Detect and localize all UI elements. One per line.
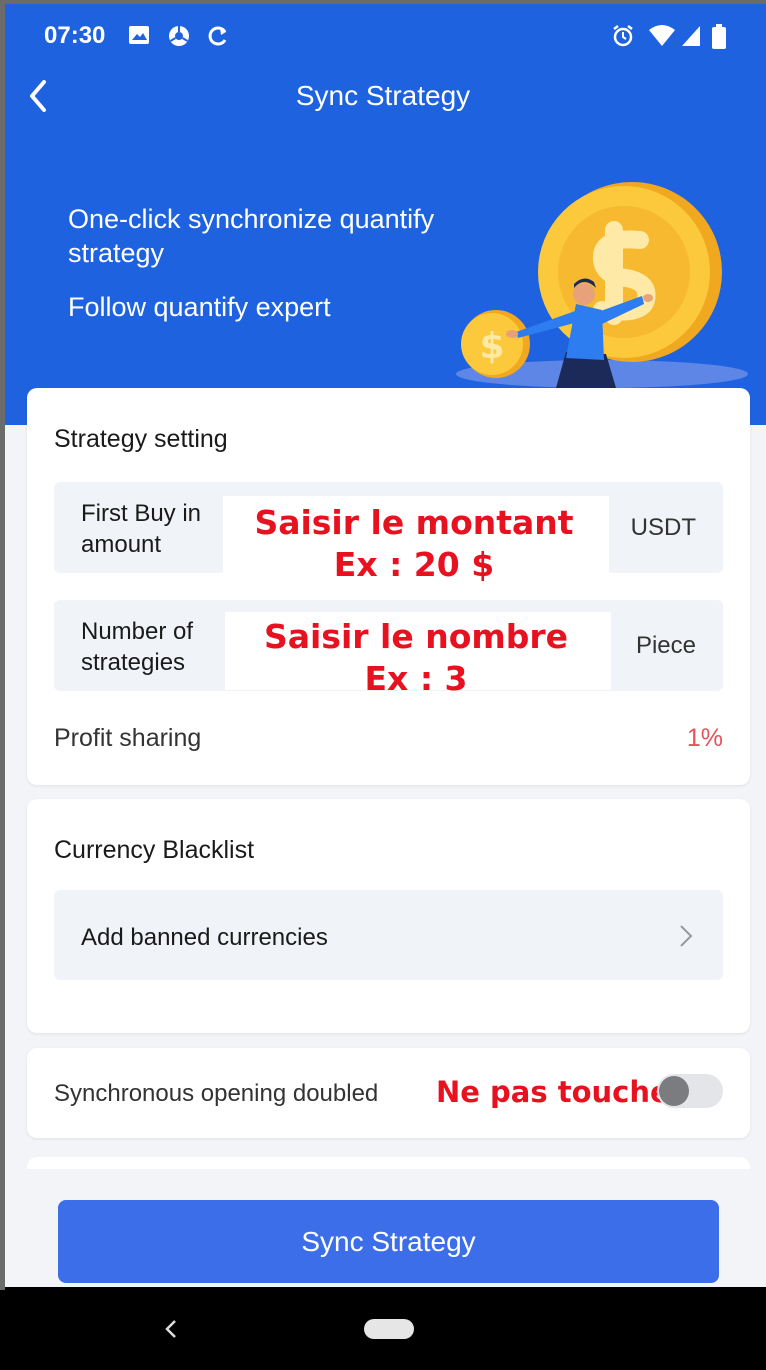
signal-icon: [682, 26, 700, 46]
window-frame-left: [0, 0, 5, 1290]
first-buy-unit: USDT: [630, 514, 696, 541]
first-buy-label: First Buy in amount: [81, 500, 202, 558]
first-buy-hint-line1: Saisir le montant: [254, 503, 574, 542]
strategy-setting-title: Strategy setting: [54, 425, 228, 453]
sync-opening-toggle[interactable]: [657, 1074, 723, 1108]
currency-blacklist-card: Currency Blacklist Add banned currencies: [27, 799, 750, 1033]
window-frame-top: [0, 0, 766, 4]
add-banned-label: Add banned currencies: [81, 924, 328, 951]
num-strategies-hint-line1: Saisir le nombre: [263, 617, 569, 656]
first-buy-hint-line2: Ex : 20 $: [333, 545, 495, 584]
profit-sharing-label: Profit sharing: [54, 724, 202, 752]
alarm-icon: [613, 25, 633, 47]
chevron-right-icon: [680, 925, 693, 947]
first-buy-row: First Buy in amount Saisir le montant Ex…: [54, 482, 723, 584]
nav-home-button[interactable]: [364, 1319, 414, 1339]
num-strategies-row: Number of strategies Saisir le nombre Ex…: [54, 600, 723, 698]
nav-bar: Sync Strategy: [0, 64, 766, 128]
next-card-partial: [27, 1157, 750, 1169]
sync-strategy-button[interactable]: Sync Strategy: [58, 1200, 719, 1283]
chrome-icon: [169, 26, 189, 46]
wifi-icon: [649, 25, 675, 46]
sync-opening-hint: Ne pas toucher: [436, 1075, 684, 1109]
sync-opening-label: Synchronous opening doubled: [54, 1080, 379, 1107]
num-strategies-hint-line2: Ex : 3: [364, 659, 468, 698]
battery-icon: [712, 24, 726, 49]
svg-text:$: $: [479, 326, 504, 367]
coin-illustration: $: [456, 182, 748, 388]
hero-headline: One-click synchronize quantify strategy: [68, 204, 435, 268]
add-banned-currencies-row[interactable]: Add banned currencies: [54, 890, 723, 980]
num-strategies-unit: Piece: [635, 632, 696, 659]
sync-opening-card: Synchronous opening doubled Ne pas touch…: [27, 1048, 750, 1138]
num-strategies-hint: Saisir le nombre Ex : 3: [225, 616, 607, 700]
status-time: 07:30: [44, 22, 106, 49]
image-icon: [129, 26, 149, 44]
first-buy-hint: Saisir le montant Ex : 20 $: [223, 502, 605, 586]
sync-icon: [208, 26, 227, 46]
blacklist-title: Currency Blacklist: [54, 836, 255, 864]
nav-back-icon[interactable]: [164, 1317, 178, 1341]
android-nav-bar: [0, 1287, 766, 1370]
app-screen: 07:30 Sync Strategy One-click synchroniz…: [0, 0, 766, 1370]
page-title: Sync Strategy: [295, 80, 471, 111]
toggle-knob: [659, 1076, 689, 1106]
strategy-setting-card: Strategy setting First Buy in amount Sai…: [27, 388, 750, 785]
profit-sharing-value: 1%: [686, 724, 723, 752]
header-banner: 07:30 Sync Strategy One-click synchroniz…: [0, 0, 766, 425]
num-strategies-label: Number of strategies: [81, 618, 194, 676]
hero-subline: Follow quantify expert: [68, 292, 331, 322]
status-bar: 07:30: [0, 4, 766, 64]
